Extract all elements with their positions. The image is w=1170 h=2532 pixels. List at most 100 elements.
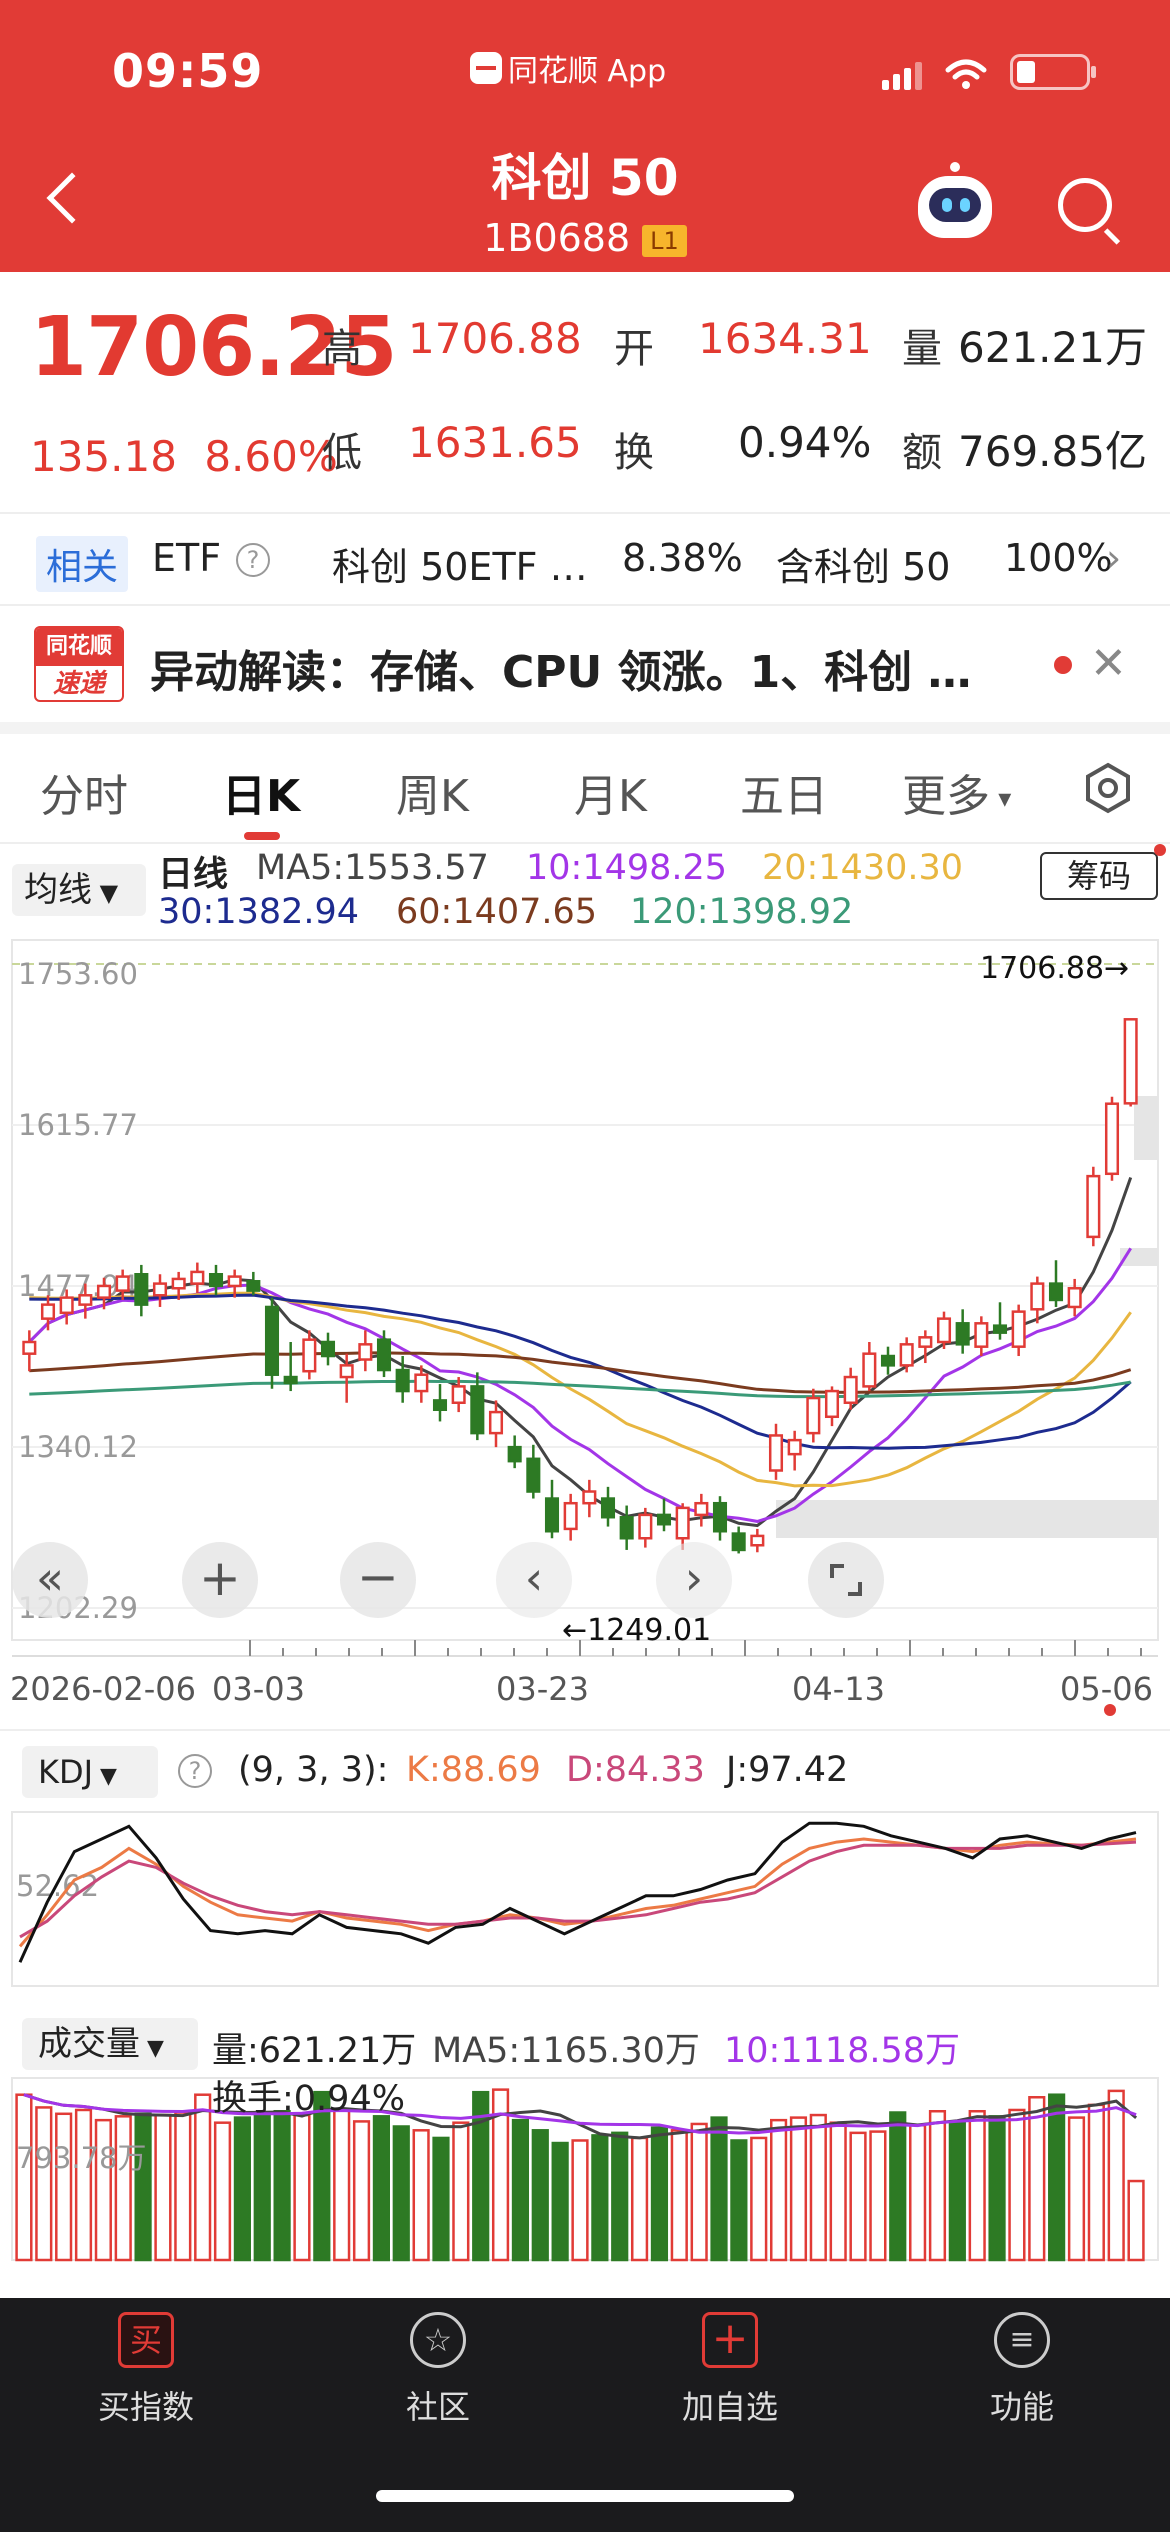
volume-ma5: MA5:1165.30万	[432, 2031, 700, 2071]
volume-bar	[849, 2131, 867, 2262]
rewind-icon[interactable]: «	[12, 1542, 88, 1618]
kdj-d-value: D:84.33	[566, 1750, 705, 1790]
candle	[414, 1373, 429, 1393]
nav-label: 社区	[405, 2388, 470, 2426]
candle	[376, 1338, 392, 1372]
volume-bar	[194, 2093, 212, 2262]
volume-bar	[730, 2139, 748, 2262]
volume-bar	[1067, 2116, 1086, 2262]
volume-bar	[690, 2122, 708, 2262]
ma-line-ma30	[29, 1293, 1132, 1450]
candle	[582, 1490, 597, 1505]
candle	[96, 1284, 112, 1299]
volume-bar	[1127, 2179, 1145, 2262]
volume-bar	[591, 2134, 609, 2262]
y-tick-label: 1615.77	[18, 1108, 138, 1142]
candle	[1067, 1287, 1082, 1309]
candle	[899, 1343, 914, 1367]
volume-bar	[15, 2093, 33, 2262]
volume-bar	[1048, 2093, 1066, 2262]
nav-add-watchlist[interactable]: + 加自选	[640, 2312, 820, 2428]
y-tick-label: 1340.12	[18, 1430, 138, 1464]
kdj-selector-button[interactable]: KDJ ▼	[22, 1746, 158, 1798]
candle	[1011, 1310, 1026, 1348]
volume-bar	[650, 2126, 669, 2262]
scroll-right-icon[interactable]: ›	[656, 1542, 732, 1618]
volume-bar	[571, 2139, 589, 2262]
candle	[1030, 1282, 1045, 1311]
candle	[955, 1322, 970, 1346]
candle	[507, 1445, 522, 1463]
candle	[787, 1438, 802, 1456]
candlestick-chart[interactable]: 1753.601615.771477.941340.121202.291706.…	[0, 939, 1170, 1731]
candle	[488, 1410, 504, 1435]
volume-bar	[114, 2115, 132, 2262]
candle	[432, 1399, 448, 1412]
candle	[171, 1277, 186, 1290]
candle	[619, 1515, 634, 1540]
candle	[22, 1340, 37, 1355]
volume-chart: 793.78万	[11, 2077, 1159, 2262]
nav-buy-index[interactable]: 买 买指数	[56, 2312, 236, 2428]
volume-bar	[1028, 2096, 1046, 2262]
nav-functions[interactable]: ≡ 功能	[932, 2312, 1112, 2428]
add-icon: +	[702, 2312, 758, 2368]
menu-icon: ≡	[994, 2312, 1050, 2368]
scroll-left-icon[interactable]: ‹	[496, 1542, 572, 1618]
charts-canvas: 1753.601615.771477.941340.121202.291706.…	[0, 939, 1170, 2262]
candle	[246, 1280, 261, 1292]
x-tick-label: 03-23	[496, 1670, 589, 1708]
candle	[283, 1375, 298, 1385]
volume-selector-label: 成交量	[38, 2024, 140, 2064]
kdj-params: (9, 3, 3):	[238, 1750, 389, 1790]
candle	[731, 1532, 746, 1552]
x-tick-label: 2026-02-06	[10, 1670, 196, 1708]
volume-bar	[352, 2120, 371, 2262]
volume-bar	[1107, 2089, 1125, 2262]
volume-bar	[134, 2112, 152, 2262]
home-indicator	[376, 2490, 794, 2502]
volume-bar	[333, 2108, 351, 2262]
volume-bar	[432, 2136, 450, 2262]
zoom-in-button[interactable]: −	[340, 1542, 416, 1618]
volume-bar	[630, 2136, 649, 2262]
caret-down-icon: ▼	[140, 2036, 164, 2061]
kdj-k-value: K:88.69	[406, 1750, 541, 1790]
volume-bar	[869, 2130, 887, 2262]
candle	[470, 1385, 485, 1435]
buy-icon: 买	[118, 2312, 174, 2368]
volume-selector-button[interactable]: 成交量 ▼	[22, 2018, 198, 2070]
volume-bar	[273, 2109, 291, 2262]
volume-value: 量:621.21万	[212, 2031, 417, 2071]
fullscreen-icon[interactable]	[808, 1542, 884, 1618]
candle	[1086, 1174, 1101, 1239]
volume-bar	[74, 2108, 93, 2262]
volume-bar	[968, 2109, 986, 2262]
nav-label: 买指数	[97, 2388, 194, 2426]
zoom-out-button[interactable]: +	[182, 1542, 258, 1618]
x-tick-label: 04-13	[792, 1670, 885, 1708]
volume-bar	[611, 2131, 629, 2262]
y-tick-label: 1753.60	[18, 957, 138, 991]
volume-bar	[988, 2115, 1006, 2262]
candle	[320, 1340, 336, 1358]
volume-bar	[154, 2113, 172, 2262]
candle	[40, 1303, 56, 1320]
help-icon[interactable]: ?	[178, 1754, 212, 1788]
candle	[395, 1368, 410, 1393]
volume-bar	[511, 2118, 530, 2262]
candle	[78, 1294, 93, 1306]
candle	[843, 1375, 858, 1404]
volume-bar	[769, 2118, 788, 2262]
volume-turnover: 换手:0.94%	[212, 2079, 405, 2119]
price-band	[776, 1500, 1158, 1538]
candle	[563, 1501, 578, 1531]
kdj-selector-label: KDJ	[38, 1753, 94, 1791]
volume-bar	[670, 2129, 688, 2262]
nav-label: 功能	[989, 2388, 1054, 2426]
candle	[750, 1534, 765, 1547]
candle	[115, 1275, 130, 1292]
nav-community[interactable]: ☆ 社区	[348, 2312, 528, 2428]
ma-line-ma5	[28, 1176, 1133, 1528]
volume-bar	[531, 2129, 549, 2262]
